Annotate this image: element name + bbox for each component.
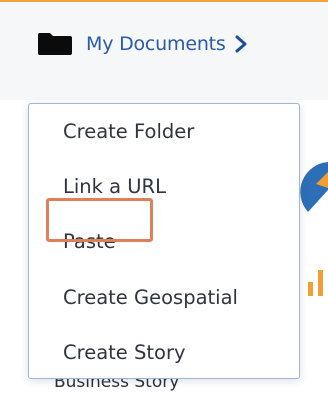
folder-icon [38, 33, 72, 55]
breadcrumb-label[interactable]: My Documents [86, 33, 226, 55]
menu-item-link-a-url[interactable]: Link a URL [63, 173, 166, 201]
menu-item-create-geospatial[interactable]: Create Geospatial [63, 284, 238, 312]
breadcrumb[interactable]: My Documents [38, 31, 248, 57]
menu-item-create-story[interactable]: Create Story [63, 339, 186, 367]
menu-item-create-folder[interactable]: Create Folder [63, 118, 194, 146]
menu-item-paste[interactable]: Paste [63, 228, 116, 256]
chevron-right-icon[interactable] [234, 35, 248, 53]
context-menu: Create Folder Link a URL Paste Create Ge… [28, 103, 300, 379]
bar-chart-thumbnail-icon [308, 270, 323, 296]
